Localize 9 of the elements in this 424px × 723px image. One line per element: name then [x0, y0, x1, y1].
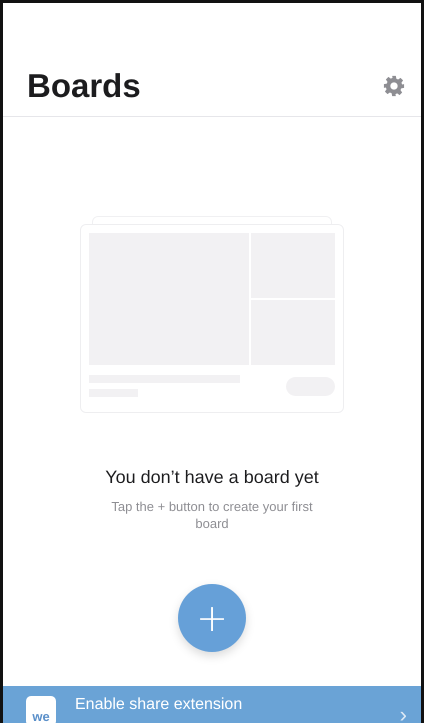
- chevron-icon: ›: [400, 704, 407, 723]
- add-board-button[interactable]: +: [178, 584, 246, 652]
- share-extension-banner[interactable]: we Enable share extension ›: [3, 686, 421, 723]
- banner-title: Enable share extension: [75, 696, 244, 714]
- page-title: Boards: [27, 66, 141, 106]
- settings-icon[interactable]: [383, 75, 405, 97]
- empty-state-message: Tap the + button to create your first board: [110, 498, 314, 532]
- empty-state-heading: You don’t have a board yet: [105, 467, 319, 488]
- app-logo: we: [26, 696, 56, 723]
